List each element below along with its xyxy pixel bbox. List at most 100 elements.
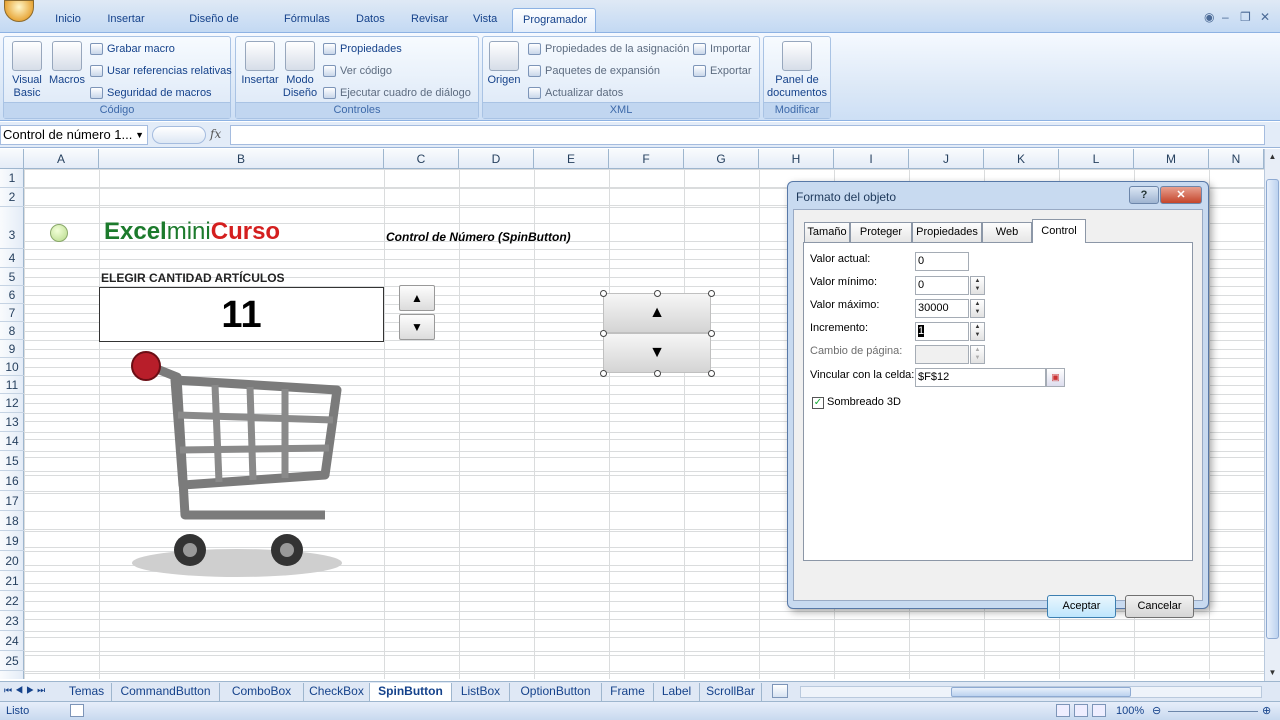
row-header[interactable]: 5 bbox=[0, 268, 24, 286]
zoom-in-icon[interactable]: ⊕ bbox=[1262, 704, 1271, 717]
resize-handle[interactable] bbox=[600, 290, 607, 297]
grabar-macro-button[interactable]: Grabar macro bbox=[90, 40, 175, 60]
exportar-button[interactable]: Exportar bbox=[693, 62, 752, 82]
office-button-icon[interactable] bbox=[4, 0, 34, 22]
scroll-down-icon[interactable]: ▼ bbox=[1266, 665, 1279, 681]
usar-referencias-button[interactable]: Usar referencias relativas bbox=[90, 62, 232, 82]
ver-codigo-button[interactable]: Ver código bbox=[323, 62, 392, 82]
tab-propiedades[interactable]: Propiedades bbox=[912, 222, 982, 242]
tab-web[interactable]: Web bbox=[982, 222, 1032, 242]
row-header[interactable]: 11 bbox=[0, 376, 24, 394]
macro-record-icon[interactable] bbox=[70, 704, 84, 717]
row-header[interactable]: 7 bbox=[0, 304, 24, 322]
column-header[interactable]: H bbox=[759, 149, 834, 169]
collapse-dialog-icon[interactable]: ▣ bbox=[1046, 368, 1065, 387]
column-header[interactable]: J bbox=[909, 149, 984, 169]
select-all-corner[interactable] bbox=[0, 149, 24, 169]
name-box[interactable]: Control de número 1... ▼ bbox=[0, 125, 148, 145]
tab-control[interactable]: Control bbox=[1032, 219, 1086, 243]
row-header[interactable]: 10 bbox=[0, 358, 24, 376]
row-header[interactable]: 24 bbox=[0, 631, 24, 651]
minimize-icon[interactable]: – bbox=[1222, 10, 1229, 24]
restore-icon[interactable]: ❐ bbox=[1240, 10, 1251, 24]
h-scroll-thumb[interactable] bbox=[951, 687, 1131, 697]
scroll-up-icon[interactable]: ▲ bbox=[1266, 149, 1279, 165]
row-header[interactable]: 3 bbox=[0, 207, 24, 249]
visual-basic-button[interactable]: Visual Basic bbox=[8, 41, 46, 100]
panel-documentos-button[interactable]: Panel de documentos bbox=[766, 41, 828, 100]
tab-programador[interactable]: Programador bbox=[512, 8, 596, 32]
fx-icon[interactable]: fx bbox=[210, 127, 221, 141]
valor-minimo-input[interactable]: 0 bbox=[915, 276, 969, 295]
row-header[interactable]: 19 bbox=[0, 531, 24, 551]
column-header[interactable]: F bbox=[609, 149, 684, 169]
macros-button[interactable]: Macros bbox=[48, 41, 86, 87]
tab-formulas[interactable]: Fórmulas bbox=[274, 8, 338, 32]
resize-handle[interactable] bbox=[708, 290, 715, 297]
sheet-tab[interactable]: CheckBox bbox=[304, 683, 370, 701]
tab-vista[interactable]: Vista bbox=[463, 8, 504, 32]
zoom-out-icon[interactable]: ⊖ bbox=[1152, 704, 1161, 717]
column-header[interactable]: K bbox=[984, 149, 1059, 169]
incremento-spinner[interactable]: ▲ ▼ bbox=[970, 322, 985, 341]
chevron-down-icon[interactable]: ▼ bbox=[135, 126, 144, 144]
sheet-tab[interactable]: OptionButton bbox=[510, 683, 602, 701]
scroll-thumb[interactable] bbox=[1266, 179, 1279, 639]
valor-minimo-spinner[interactable]: ▲ ▼ bbox=[970, 276, 985, 295]
column-header[interactable]: G bbox=[684, 149, 759, 169]
column-header[interactable]: L bbox=[1059, 149, 1134, 169]
row-header[interactable]: 15 bbox=[0, 451, 24, 471]
tab-inicio[interactable]: Inicio bbox=[45, 8, 91, 32]
sheet-tab[interactable]: ListBox bbox=[452, 683, 510, 701]
page-break-view-icon[interactable] bbox=[1092, 704, 1106, 717]
paquetes-expansion-button[interactable]: Paquetes de expansión bbox=[528, 62, 660, 82]
zoom-slider[interactable] bbox=[1168, 711, 1258, 712]
tab-insertar[interactable]: Insertar bbox=[97, 8, 155, 32]
sheet-tab[interactable]: ComboBox bbox=[220, 683, 304, 701]
propiedades-button[interactable]: Propiedades bbox=[323, 40, 402, 60]
valor-actual-input[interactable]: 0 bbox=[915, 252, 969, 271]
modo-diseno-button[interactable]: Modo Diseño bbox=[281, 41, 319, 100]
column-header[interactable]: E bbox=[534, 149, 609, 169]
cancelar-button[interactable]: Cancelar bbox=[1125, 595, 1194, 618]
resize-handle[interactable] bbox=[600, 370, 607, 377]
vertical-scrollbar[interactable]: ▲ ▼ bbox=[1264, 149, 1280, 681]
resize-handle[interactable] bbox=[600, 330, 607, 337]
spin-down-button[interactable]: ▼ bbox=[399, 314, 435, 340]
normal-view-icon[interactable] bbox=[1056, 704, 1070, 717]
ejecutar-cuadro-button[interactable]: Ejecutar cuadro de diálogo bbox=[323, 84, 471, 104]
sheet-tab[interactable]: CommandButton bbox=[112, 683, 220, 701]
horizontal-scrollbar[interactable] bbox=[800, 686, 1262, 698]
importar-button[interactable]: Importar bbox=[693, 40, 751, 60]
zoom-level[interactable]: 100% bbox=[1116, 705, 1144, 717]
row-header[interactable]: 20 bbox=[0, 551, 24, 571]
column-header[interactable]: I bbox=[834, 149, 909, 169]
insert-sheet-icon[interactable] bbox=[772, 684, 788, 698]
row-header[interactable]: 18 bbox=[0, 511, 24, 531]
page-layout-view-icon[interactable] bbox=[1074, 704, 1088, 717]
tab-revisar[interactable]: Revisar bbox=[401, 8, 456, 32]
sheet-tab[interactable]: ScrollBar bbox=[700, 683, 762, 701]
column-header[interactable]: M bbox=[1134, 149, 1209, 169]
row-header[interactable]: 25 bbox=[0, 651, 24, 671]
row-header[interactable]: 13 bbox=[0, 413, 24, 432]
row-header[interactable]: 2 bbox=[0, 188, 24, 207]
tab-tamano[interactable]: Tamaño bbox=[804, 222, 850, 242]
row-header[interactable]: 12 bbox=[0, 394, 24, 413]
column-header[interactable]: A bbox=[24, 149, 99, 169]
sombreado-checkbox[interactable]: ✓ bbox=[812, 397, 824, 409]
column-header[interactable]: C bbox=[384, 149, 459, 169]
resize-handle[interactable] bbox=[654, 370, 661, 377]
sheet-tab[interactable]: Temas bbox=[62, 683, 112, 701]
close-icon[interactable]: ✕ bbox=[1260, 10, 1270, 24]
row-header[interactable]: 21 bbox=[0, 571, 24, 591]
formula-expand-button[interactable] bbox=[152, 126, 206, 144]
tab-diseno-pagina[interactable]: Diseño de página bbox=[162, 8, 266, 47]
aceptar-button[interactable]: Aceptar bbox=[1047, 595, 1116, 618]
row-header[interactable]: 17 bbox=[0, 491, 24, 511]
sheet-nav-arrows-icon[interactable]: ⏮◀▶⏭ bbox=[4, 685, 48, 696]
insertar-control-button[interactable]: Insertar bbox=[239, 41, 281, 87]
spin-control-down[interactable]: ▼ bbox=[603, 333, 711, 373]
help-icon[interactable]: ◉ bbox=[1204, 10, 1214, 24]
row-header[interactable]: 16 bbox=[0, 471, 24, 491]
